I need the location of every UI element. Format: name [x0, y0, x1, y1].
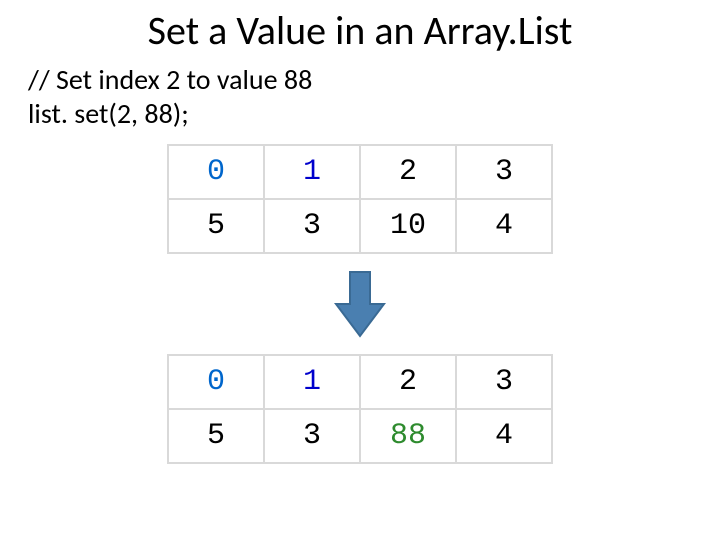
array-before-index-row: 0 1 2 3 [168, 145, 552, 199]
index-cell: 1 [264, 355, 360, 409]
index-cell: 2 [360, 145, 456, 199]
array-after-value-row: 5 3 88 4 [168, 409, 552, 463]
index-cell: 0 [168, 145, 264, 199]
value-cell: 4 [456, 199, 552, 253]
value-cell: 10 [360, 199, 456, 253]
index-cell: 3 [456, 145, 552, 199]
index-cell: 2 [360, 355, 456, 409]
down-arrow-icon [330, 268, 390, 340]
index-cell: 3 [456, 355, 552, 409]
array-after-table: 0 1 2 3 5 3 88 4 [167, 354, 553, 464]
index-cell: 0 [168, 355, 264, 409]
value-cell: 5 [168, 409, 264, 463]
code-comment: // Set index 2 to value 88 [28, 63, 720, 97]
array-after-index-row: 0 1 2 3 [168, 355, 552, 409]
value-cell-changed: 88 [360, 409, 456, 463]
code-statement: list. set(2, 88); [28, 97, 720, 131]
array-before-value-row: 5 3 10 4 [168, 199, 552, 253]
array-before-table: 0 1 2 3 5 3 10 4 [167, 144, 553, 254]
value-cell: 3 [264, 199, 360, 253]
slide-title: Set a Value in an Array.List [0, 6, 720, 55]
value-cell: 5 [168, 199, 264, 253]
value-cell: 4 [456, 409, 552, 463]
value-cell: 3 [264, 409, 360, 463]
index-cell: 1 [264, 145, 360, 199]
code-block: // Set index 2 to value 88 list. set(2, … [28, 63, 720, 130]
